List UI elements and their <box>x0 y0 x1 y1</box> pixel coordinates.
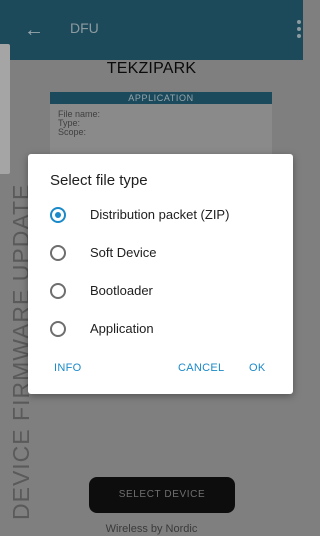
more-vert-icon[interactable] <box>297 20 301 40</box>
footer-text: Wireless by Nordic <box>105 523 198 535</box>
scope-label: Scope: <box>58 127 87 137</box>
dialog-title: Select file type <box>50 172 148 189</box>
option-label: Distribution packet (ZIP) <box>90 207 230 222</box>
file-name-label: File name: <box>58 109 101 119</box>
application-card-header: APPLICATION <box>50 92 272 104</box>
ok-button[interactable]: OK <box>249 362 266 374</box>
option-distribution-packet[interactable]: Distribution packet (ZIP) <box>50 202 280 228</box>
radio-unchecked-icon[interactable] <box>50 321 66 337</box>
option-bootloader[interactable]: Bootloader <box>50 278 280 304</box>
app-bar: ← DFU <box>0 0 303 60</box>
cancel-button[interactable]: CANCEL <box>178 362 224 374</box>
option-label: Soft Device <box>90 245 157 260</box>
back-arrow-icon[interactable]: ← <box>24 18 44 42</box>
device-name: TEKZIPARK <box>106 60 197 77</box>
application-card: APPLICATION File name: Type: Scope: <box>50 92 272 162</box>
option-label: Application <box>90 321 154 336</box>
radio-checked-icon[interactable] <box>50 207 66 223</box>
option-application[interactable]: Application <box>50 316 280 342</box>
option-label: Bootloader <box>90 283 153 298</box>
radio-unchecked-icon[interactable] <box>50 245 66 261</box>
select-file-type-dialog: Select file type Distribution packet (ZI… <box>28 154 293 394</box>
info-button[interactable]: INFO <box>54 362 81 374</box>
select-device-button[interactable]: SELECT DEVICE <box>89 477 235 513</box>
radio-unchecked-icon[interactable] <box>50 283 66 299</box>
option-soft-device[interactable]: Soft Device <box>50 240 280 266</box>
app-title: DFU <box>70 20 99 36</box>
